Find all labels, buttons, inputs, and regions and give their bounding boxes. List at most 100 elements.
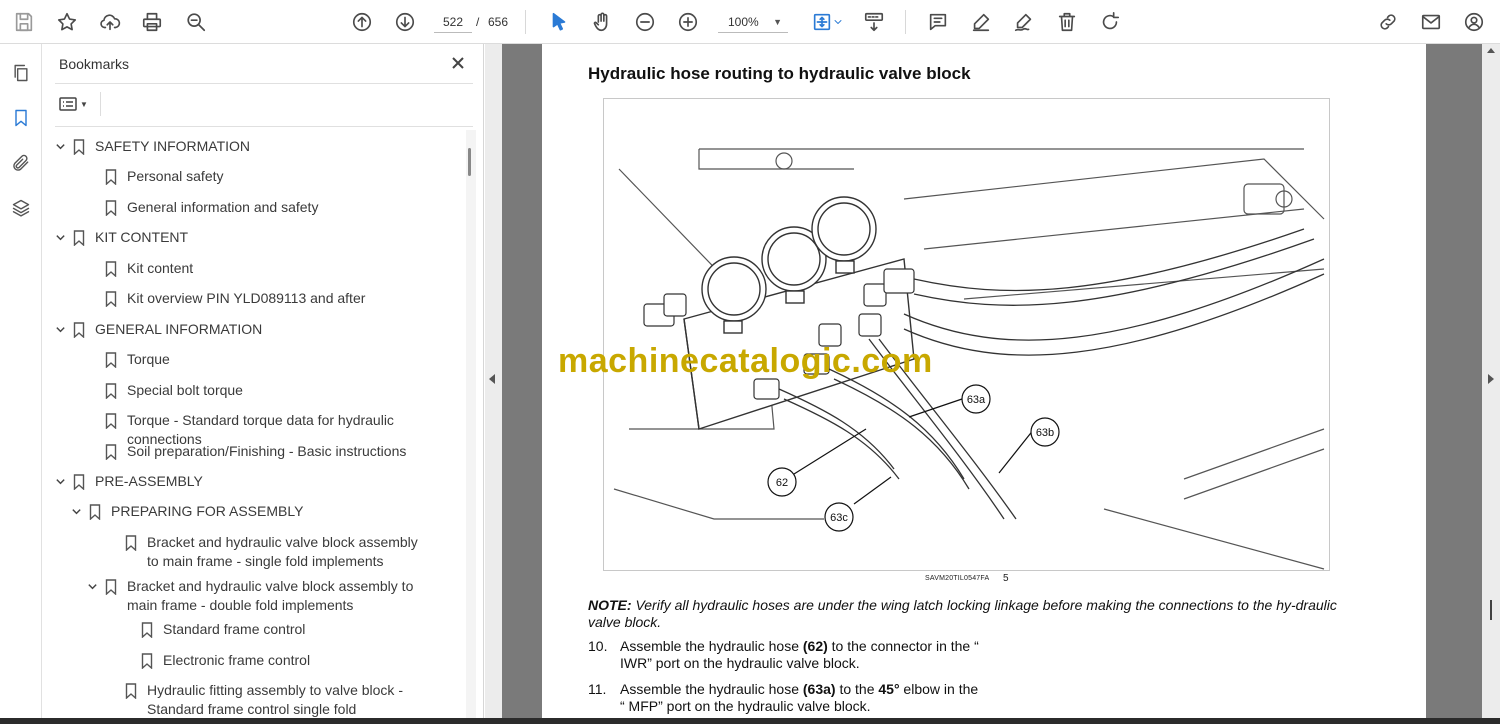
select-cursor-icon[interactable]: [545, 8, 573, 36]
scrollbar-track[interactable]: [466, 130, 476, 720]
callout-label: 62: [776, 477, 788, 489]
chevron-down-icon[interactable]: [53, 320, 67, 339]
page-thumbnails-icon[interactable]: [8, 60, 34, 86]
scroll-mode-icon[interactable]: [860, 8, 888, 36]
collapse-panel-handle[interactable]: [485, 44, 502, 724]
bookmark-label: Bracket and hydraulic valve block assemb…: [127, 578, 414, 613]
previous-page-icon[interactable]: [348, 8, 376, 36]
fit-dropdown-chevron-icon[interactable]: [832, 8, 844, 36]
figure-number: 5: [1003, 573, 1009, 584]
account-icon[interactable]: [1460, 8, 1488, 36]
callout-label: 63b: [1036, 427, 1054, 439]
bookmark-icon: [105, 442, 117, 461]
bookmark-label: Kit overview PIN YLD089113 and after: [127, 290, 366, 306]
bookmarks-icon[interactable]: [8, 105, 34, 131]
bookmark-label: Soil preparation/Finishing - Basic instr…: [127, 443, 407, 459]
bookmark-options-button[interactable]: ▼: [59, 94, 93, 114]
bookmark-label: Bracket and hydraulic valve block assemb…: [147, 534, 418, 569]
bookmark-item[interactable]: PREPARING FOR ASSEMBLY: [69, 502, 465, 521]
step-reference: (63a): [802, 681, 836, 697]
note-text: Verify all hydraulic hoses are under the…: [588, 597, 1337, 630]
bookmark-item[interactable]: Soil preparation/Finishing - Basic instr…: [85, 442, 465, 461]
bookmark-icon: [73, 472, 85, 491]
bookmark-item[interactable]: Bracket and hydraulic valve block assemb…: [85, 577, 445, 615]
bookmark-icon: [105, 350, 117, 369]
hydraulic-figure: 63a 63b 62 63c: [603, 98, 1330, 571]
hand-tool-icon[interactable]: [588, 8, 616, 36]
bookmark-item[interactable]: Electronic frame control: [121, 651, 405, 670]
figure-caption: SAVM20TIL0547FA: [925, 575, 990, 582]
zoom-level-select[interactable]: 100% ▼: [718, 11, 788, 33]
bookmark-item[interactable]: Kit content: [85, 259, 465, 278]
star-icon[interactable]: [53, 8, 81, 36]
close-icon[interactable]: [447, 52, 469, 74]
note-paragraph: NOTE: Verify all hydraulic hoses are und…: [588, 597, 1358, 631]
instruction-step: 10. Assemble the hydraulic hose (62) to t…: [588, 638, 980, 672]
bookmark-label: Standard frame control: [163, 621, 306, 637]
chevron-down-icon[interactable]: [53, 472, 67, 491]
chevron-right-icon: [1488, 374, 1494, 384]
bookmark-item[interactable]: Kit overview PIN YLD089113 and after: [85, 289, 465, 308]
bookmark-icon: [105, 198, 117, 217]
zoom-level-value: 100%: [728, 15, 759, 29]
sign-icon[interactable]: [1010, 8, 1038, 36]
redo-icon[interactable]: [1096, 8, 1124, 36]
document-gutter: [1426, 44, 1482, 724]
email-icon[interactable]: [1417, 8, 1445, 36]
print-icon[interactable]: [138, 8, 166, 36]
bookmark-label: Torque: [127, 351, 170, 367]
bookmark-label: SAFETY INFORMATION: [95, 138, 251, 154]
zoom-in-icon[interactable]: [674, 8, 702, 36]
zoom-search-icon[interactable]: [182, 8, 210, 36]
layers-icon[interactable]: [8, 195, 34, 221]
bookmark-item[interactable]: GENERAL INFORMATION: [53, 320, 465, 339]
total-pages: 656: [488, 15, 509, 29]
toolbar-divider: [905, 10, 906, 34]
bookmark-item[interactable]: Standard frame control: [121, 620, 405, 639]
zoom-out-icon[interactable]: [631, 8, 659, 36]
page-number-input[interactable]: 522: [434, 11, 472, 33]
bookmark-label: General information and safety: [127, 199, 319, 215]
share-link-icon[interactable]: [1374, 8, 1402, 36]
bookmark-item[interactable]: SAFETY INFORMATION: [53, 137, 465, 156]
scrollbar-thumb[interactable]: [1490, 600, 1492, 620]
cloud-upload-icon[interactable]: [96, 8, 124, 36]
bookmark-icon: [73, 320, 85, 339]
taskbar-edge: [0, 718, 1500, 724]
bookmark-item[interactable]: Bracket and hydraulic valve block assemb…: [105, 533, 425, 571]
highlight-pen-icon[interactable]: [967, 8, 995, 36]
bookmark-label: PREPARING FOR ASSEMBLY: [111, 503, 304, 519]
bookmark-icon: [141, 651, 153, 670]
save-icon[interactable]: [10, 8, 38, 36]
bookmark-item[interactable]: PRE-ASSEMBLY: [53, 472, 465, 491]
delete-icon[interactable]: [1053, 8, 1081, 36]
bookmark-item[interactable]: General information and safety: [85, 198, 465, 217]
note-label: NOTE:: [588, 597, 632, 613]
comment-icon[interactable]: [924, 8, 952, 36]
chevron-down-icon[interactable]: [53, 137, 67, 156]
bookmark-label: KIT CONTENT: [95, 229, 189, 245]
bookmark-icon: [105, 577, 117, 596]
chevron-down-icon[interactable]: [69, 502, 83, 521]
right-panel-handle[interactable]: [1482, 44, 1500, 724]
chevron-down-icon[interactable]: [53, 228, 67, 247]
bookmark-label: PRE-ASSEMBLY: [95, 473, 203, 489]
main-toolbar: 522 / 656 100% ▼: [0, 0, 1500, 44]
step-reference: 45°: [878, 681, 900, 697]
bookmark-item[interactable]: Torque: [85, 350, 465, 369]
page-separator: /: [476, 15, 480, 29]
bookmark-item[interactable]: Personal safety: [85, 167, 465, 186]
step-reference: (62): [802, 638, 828, 654]
navigation-rail: [0, 44, 42, 724]
bookmark-item[interactable]: KIT CONTENT: [53, 228, 465, 247]
bookmark-item[interactable]: Special bolt torque: [85, 381, 465, 400]
watermark-text: machinecatalogic.com: [558, 342, 933, 380]
next-page-icon[interactable]: [391, 8, 419, 36]
chevron-down-icon[interactable]: [85, 577, 99, 596]
scrollbar-thumb[interactable]: [468, 148, 471, 176]
chevron-down-icon: ▼: [80, 99, 88, 109]
step-text-part: Assemble the hydraulic hose: [620, 681, 803, 697]
hydraulic-valve-illustration: 63a 63b 62 63c: [613, 148, 1325, 570]
attachments-icon[interactable]: [8, 150, 34, 176]
step-text-part: to the: [835, 681, 879, 697]
